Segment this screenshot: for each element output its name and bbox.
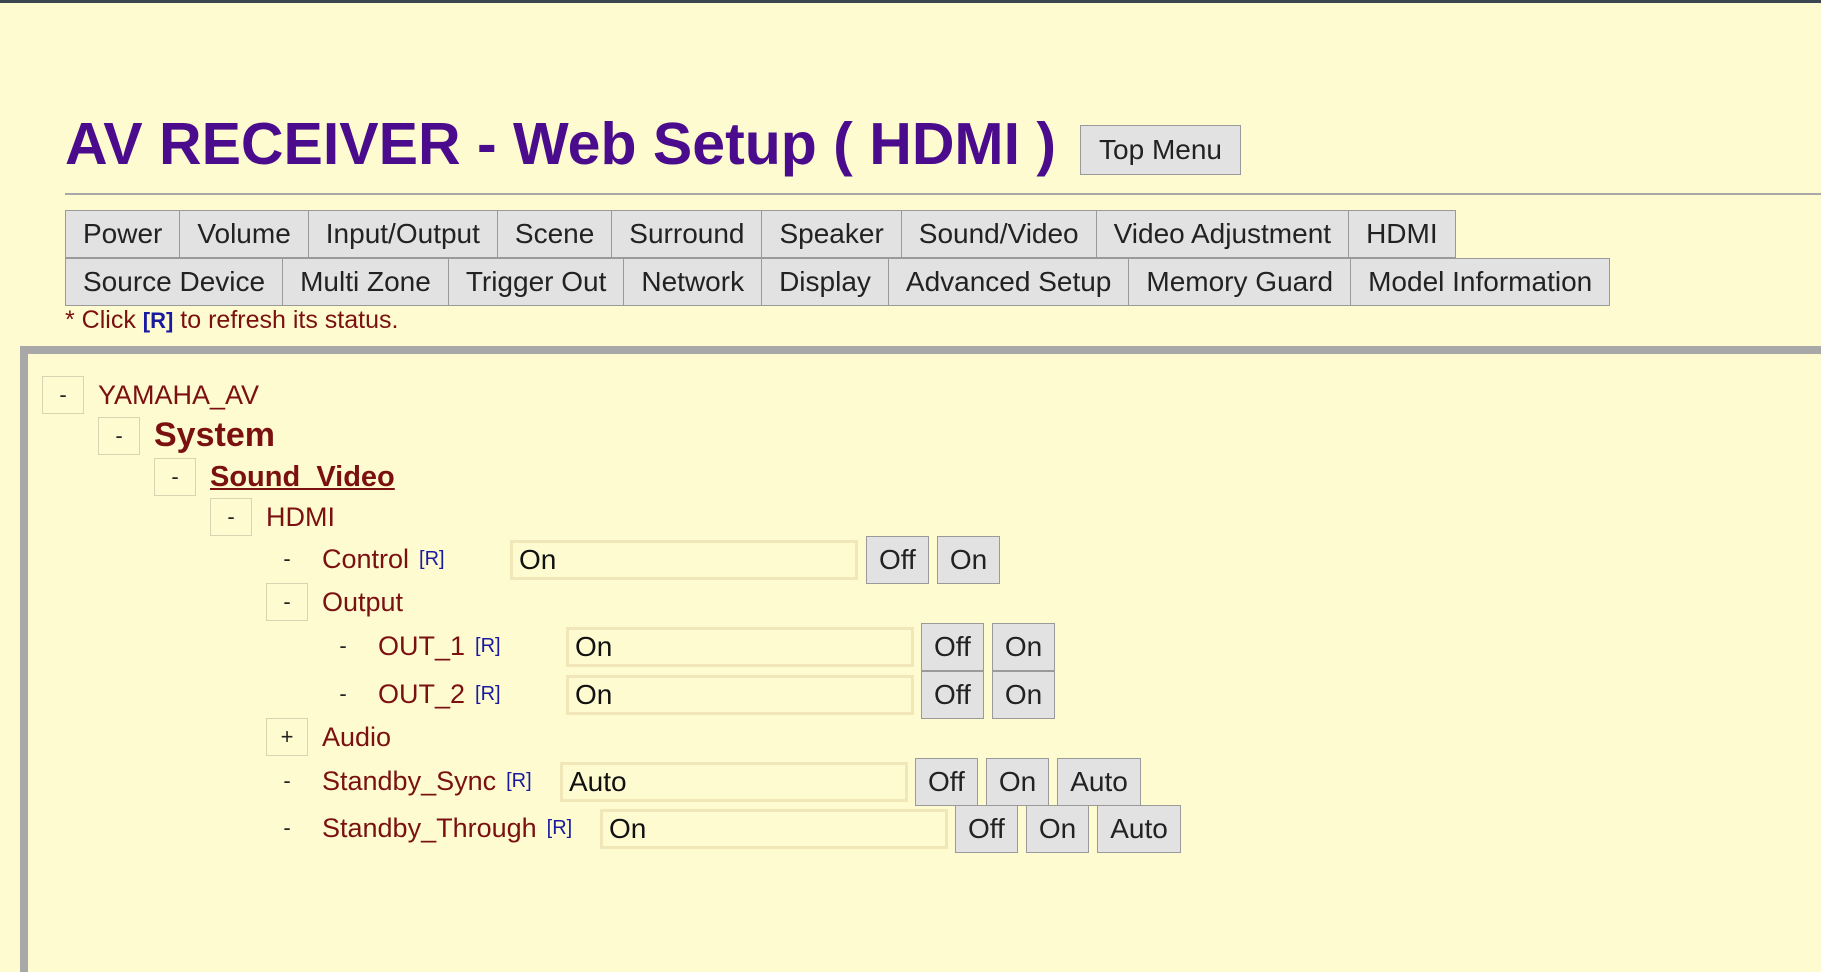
- menu-button-power[interactable]: Power: [65, 210, 181, 258]
- collapse-toggle-output[interactable]: -: [266, 583, 308, 621]
- tree-node-control: - Control [R]: [266, 540, 445, 578]
- tree-node-yamaha-av: - YAMAHA_AV: [42, 376, 259, 414]
- menu-button-memory-guard[interactable]: Memory Guard: [1128, 258, 1352, 306]
- tree-node-out-1: - OUT_1 [R]: [322, 627, 501, 665]
- out-2-on-button[interactable]: On: [991, 671, 1056, 719]
- tree-label-standby-through: Standby_Through: [322, 812, 537, 843]
- page-title: AV RECEIVER - Web Setup ( HDMI ): [65, 111, 1057, 177]
- tree-node-output: - Output: [266, 583, 403, 621]
- refresh-link-standby-through[interactable]: [R]: [547, 817, 573, 840]
- standby-sync-auto-button[interactable]: Auto: [1057, 758, 1141, 806]
- standby-through-value-field[interactable]: [600, 809, 948, 849]
- tree-label-hdmi: HDMI: [266, 501, 335, 532]
- tree-node-sound-video: - Sound_Video: [154, 458, 395, 496]
- tree-node-audio: + Audio: [266, 718, 391, 756]
- refresh-note: * Click [R] to refresh its status.: [65, 306, 398, 335]
- tree-node-out-2: - OUT_2 [R]: [322, 675, 501, 713]
- standby-sync-options: Off On Auto: [915, 758, 1149, 806]
- tree-node-system: - System: [98, 416, 275, 455]
- collapse-toggle-hdmi[interactable]: -: [210, 498, 252, 536]
- tree-label-standby-sync: Standby_Sync: [322, 765, 497, 796]
- menu-row-2: Source Device Multi Zone Trigger Out Net…: [65, 258, 1611, 306]
- menu-button-video-adjustment[interactable]: Video Adjustment: [1095, 210, 1350, 258]
- refresh-note-prefix: * Click: [65, 306, 143, 334]
- menu-button-hdmi[interactable]: HDMI: [1348, 210, 1456, 258]
- standby-sync-value-field[interactable]: [560, 762, 908, 802]
- menu-button-network[interactable]: Network: [623, 258, 763, 306]
- control-on-button[interactable]: On: [936, 536, 1001, 584]
- standby-through-auto-button[interactable]: Auto: [1097, 805, 1181, 853]
- control-value-field[interactable]: [510, 540, 858, 580]
- leaf-marker-out-1: -: [339, 633, 347, 658]
- menu-button-multi-zone[interactable]: Multi Zone: [282, 258, 449, 306]
- tree-label-control: Control: [322, 543, 410, 574]
- page-header: AV RECEIVER - Web Setup ( HDMI ) Top Men…: [65, 110, 1241, 178]
- menu-button-trigger-out[interactable]: Trigger Out: [447, 258, 625, 306]
- header-divider: [65, 193, 1821, 195]
- refresh-note-marker: [R]: [142, 308, 174, 333]
- expand-toggle-audio[interactable]: +: [266, 718, 308, 756]
- top-border: [0, 0, 1821, 3]
- menu-button-scene[interactable]: Scene: [496, 210, 613, 258]
- refresh-link-standby-sync[interactable]: [R]: [506, 770, 532, 793]
- refresh-link-control[interactable]: [R]: [419, 548, 445, 571]
- tree-label-out-2: OUT_2: [378, 678, 466, 709]
- menu-button-surround[interactable]: Surround: [611, 210, 763, 258]
- tree-node-standby-sync: - Standby_Sync [R]: [266, 762, 532, 800]
- collapse-toggle-sound-video[interactable]: -: [154, 458, 196, 496]
- tree-panel: - YAMAHA_AV - System - Sound_Video - HDM…: [20, 346, 1821, 972]
- leaf-marker-standby-sync: -: [283, 768, 291, 793]
- menu-button-advanced-setup[interactable]: Advanced Setup: [887, 258, 1130, 306]
- menu-button-model-information[interactable]: Model Information: [1350, 258, 1611, 306]
- out-1-on-button[interactable]: On: [991, 623, 1056, 671]
- standby-through-off-button[interactable]: Off: [955, 805, 1018, 853]
- control-off-button[interactable]: Off: [866, 536, 929, 584]
- standby-sync-off-button[interactable]: Off: [915, 758, 978, 806]
- leaf-marker-standby-through: -: [283, 815, 291, 840]
- menu-button-sound-video[interactable]: Sound/Video: [900, 210, 1097, 258]
- menu-button-source-device[interactable]: Source Device: [65, 258, 284, 306]
- tree-node-standby-through: - Standby_Through [R]: [266, 809, 572, 847]
- collapse-toggle-system[interactable]: -: [98, 416, 140, 455]
- leaf-marker-out-2: -: [339, 681, 347, 706]
- tree-node-hdmi: - HDMI: [210, 498, 335, 536]
- standby-through-options: Off On Auto: [955, 805, 1189, 853]
- tree-label-sound-video: Sound_Video: [210, 460, 395, 493]
- standby-through-on-button[interactable]: On: [1025, 805, 1090, 853]
- menu-button-display[interactable]: Display: [761, 258, 889, 306]
- top-menu-button[interactable]: Top Menu: [1080, 125, 1241, 175]
- tree-label-audio: Audio: [322, 721, 392, 752]
- out-1-options: Off On: [921, 623, 1063, 671]
- standby-sync-on-button[interactable]: On: [985, 758, 1050, 806]
- tree-label-system: System: [154, 416, 275, 454]
- tree-label-output: Output: [322, 586, 404, 617]
- tree-label-out-1: OUT_1: [378, 630, 466, 661]
- control-options: Off On: [866, 536, 1008, 584]
- menu-button-input-output[interactable]: Input/Output: [307, 210, 498, 258]
- out-1-value-field[interactable]: [566, 627, 914, 667]
- out-2-options: Off On: [921, 671, 1063, 719]
- out-2-value-field[interactable]: [566, 675, 914, 715]
- tree-label-yamaha-av: YAMAHA_AV: [98, 379, 260, 410]
- out-1-off-button[interactable]: Off: [921, 623, 984, 671]
- leaf-marker-control: -: [283, 546, 291, 571]
- collapse-toggle-yamaha-av[interactable]: -: [42, 376, 84, 414]
- menu-row-1: Power Volume Input/Output Scene Surround…: [65, 210, 1456, 258]
- refresh-link-out-1[interactable]: [R]: [475, 635, 501, 658]
- menu-button-volume[interactable]: Volume: [179, 210, 309, 258]
- menu-button-speaker[interactable]: Speaker: [761, 210, 902, 258]
- refresh-note-suffix: to refresh its status.: [173, 306, 399, 334]
- refresh-link-out-2[interactable]: [R]: [475, 683, 501, 706]
- out-2-off-button[interactable]: Off: [921, 671, 984, 719]
